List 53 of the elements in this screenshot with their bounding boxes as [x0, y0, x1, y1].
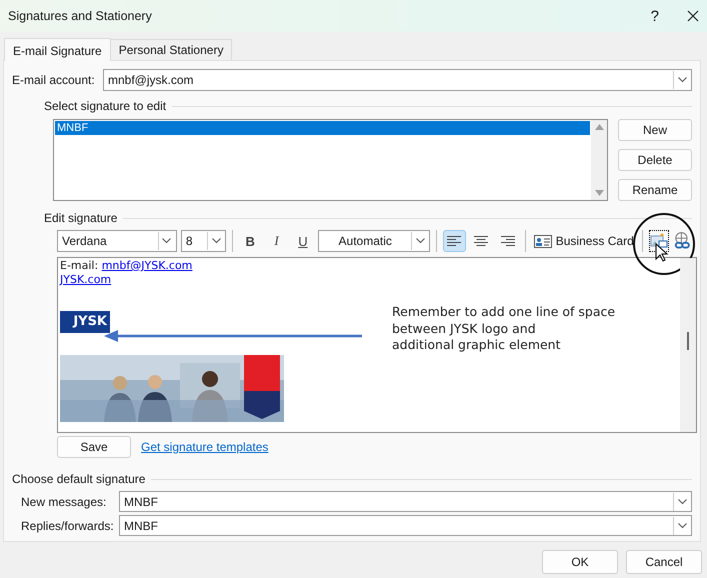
signature-dropdown[interactable]: MNBF — [119, 491, 692, 512]
section-heading: Edit signature — [44, 211, 118, 225]
signature-button[interactable]: Rename — [618, 179, 692, 201]
business-card-button[interactable]: Business Card — [532, 234, 636, 248]
dialog-button[interactable]: Cancel — [626, 550, 702, 574]
account-dropdown[interactable]: mnbf@jysk.com — [103, 69, 692, 91]
scroll-thumb[interactable] — [687, 332, 689, 350]
chevron-down-icon — [162, 238, 172, 244]
color-dropdown[interactable]: Automatic — [318, 230, 430, 252]
section-heading: Select signature to edit — [44, 99, 166, 113]
scrollbar[interactable] — [680, 258, 696, 432]
signature-button[interactable]: Delete — [618, 149, 692, 171]
field-label: E-mail account: — [12, 73, 95, 87]
annotation-note: Remember to add one line of space between JYSK logo and additional graphic element — [392, 304, 616, 354]
signature-dropdown[interactable]: MNBF — [119, 515, 692, 536]
align-center-icon — [474, 236, 488, 246]
contact-card-icon — [534, 234, 552, 248]
close-icon[interactable] — [687, 10, 699, 22]
format-button[interactable]: B — [238, 230, 262, 252]
field-label: New messages: — [21, 494, 108, 508]
align-button[interactable] — [443, 230, 466, 252]
chevron-down-icon — [678, 498, 686, 504]
save-button[interactable]: Save — [57, 436, 131, 458]
section-heading: Choose default signature — [12, 472, 146, 486]
field-label: Replies/forwards: — [21, 518, 111, 532]
email-label: E-mail: — [60, 259, 98, 272]
hyperlink-icon[interactable] — [673, 231, 692, 251]
window-title: Signatures and Stationery — [8, 9, 153, 23]
dropdown-button[interactable] — [673, 516, 690, 534]
dropdown-button[interactable] — [673, 71, 690, 89]
format-button[interactable]: I — [265, 230, 288, 252]
size-dropdown[interactable]: 8 — [180, 230, 226, 252]
list-item[interactable]: MNBF — [55, 121, 590, 135]
email-link[interactable]: mnbf@JYSK.com — [102, 259, 192, 272]
templates-link[interactable]: Get signature templates — [141, 440, 268, 454]
font-dropdown[interactable]: Verdana — [57, 230, 177, 252]
signature-list[interactable]: MNBF — [53, 119, 608, 201]
dialog-button[interactable]: OK — [542, 550, 618, 574]
chevron-down-icon — [416, 238, 425, 244]
chevron-down-icon — [678, 522, 686, 528]
format-button[interactable]: U — [292, 230, 314, 252]
help-button[interactable]: ? — [650, 8, 659, 24]
tab[interactable]: E-mail Signature — [4, 38, 111, 61]
align-right-icon — [500, 236, 515, 246]
align-left-icon — [447, 236, 462, 246]
company-logo: JYSK — [60, 311, 110, 333]
picture-icon — [650, 233, 668, 249]
website-link[interactable]: JYSK.com — [60, 273, 112, 286]
chevron-down-icon — [212, 238, 221, 244]
chevron-down-icon — [678, 77, 686, 83]
dropdown-button[interactable] — [673, 492, 690, 510]
signature-button[interactable]: New — [618, 119, 692, 141]
tab[interactable]: Personal Stationery — [110, 39, 232, 60]
